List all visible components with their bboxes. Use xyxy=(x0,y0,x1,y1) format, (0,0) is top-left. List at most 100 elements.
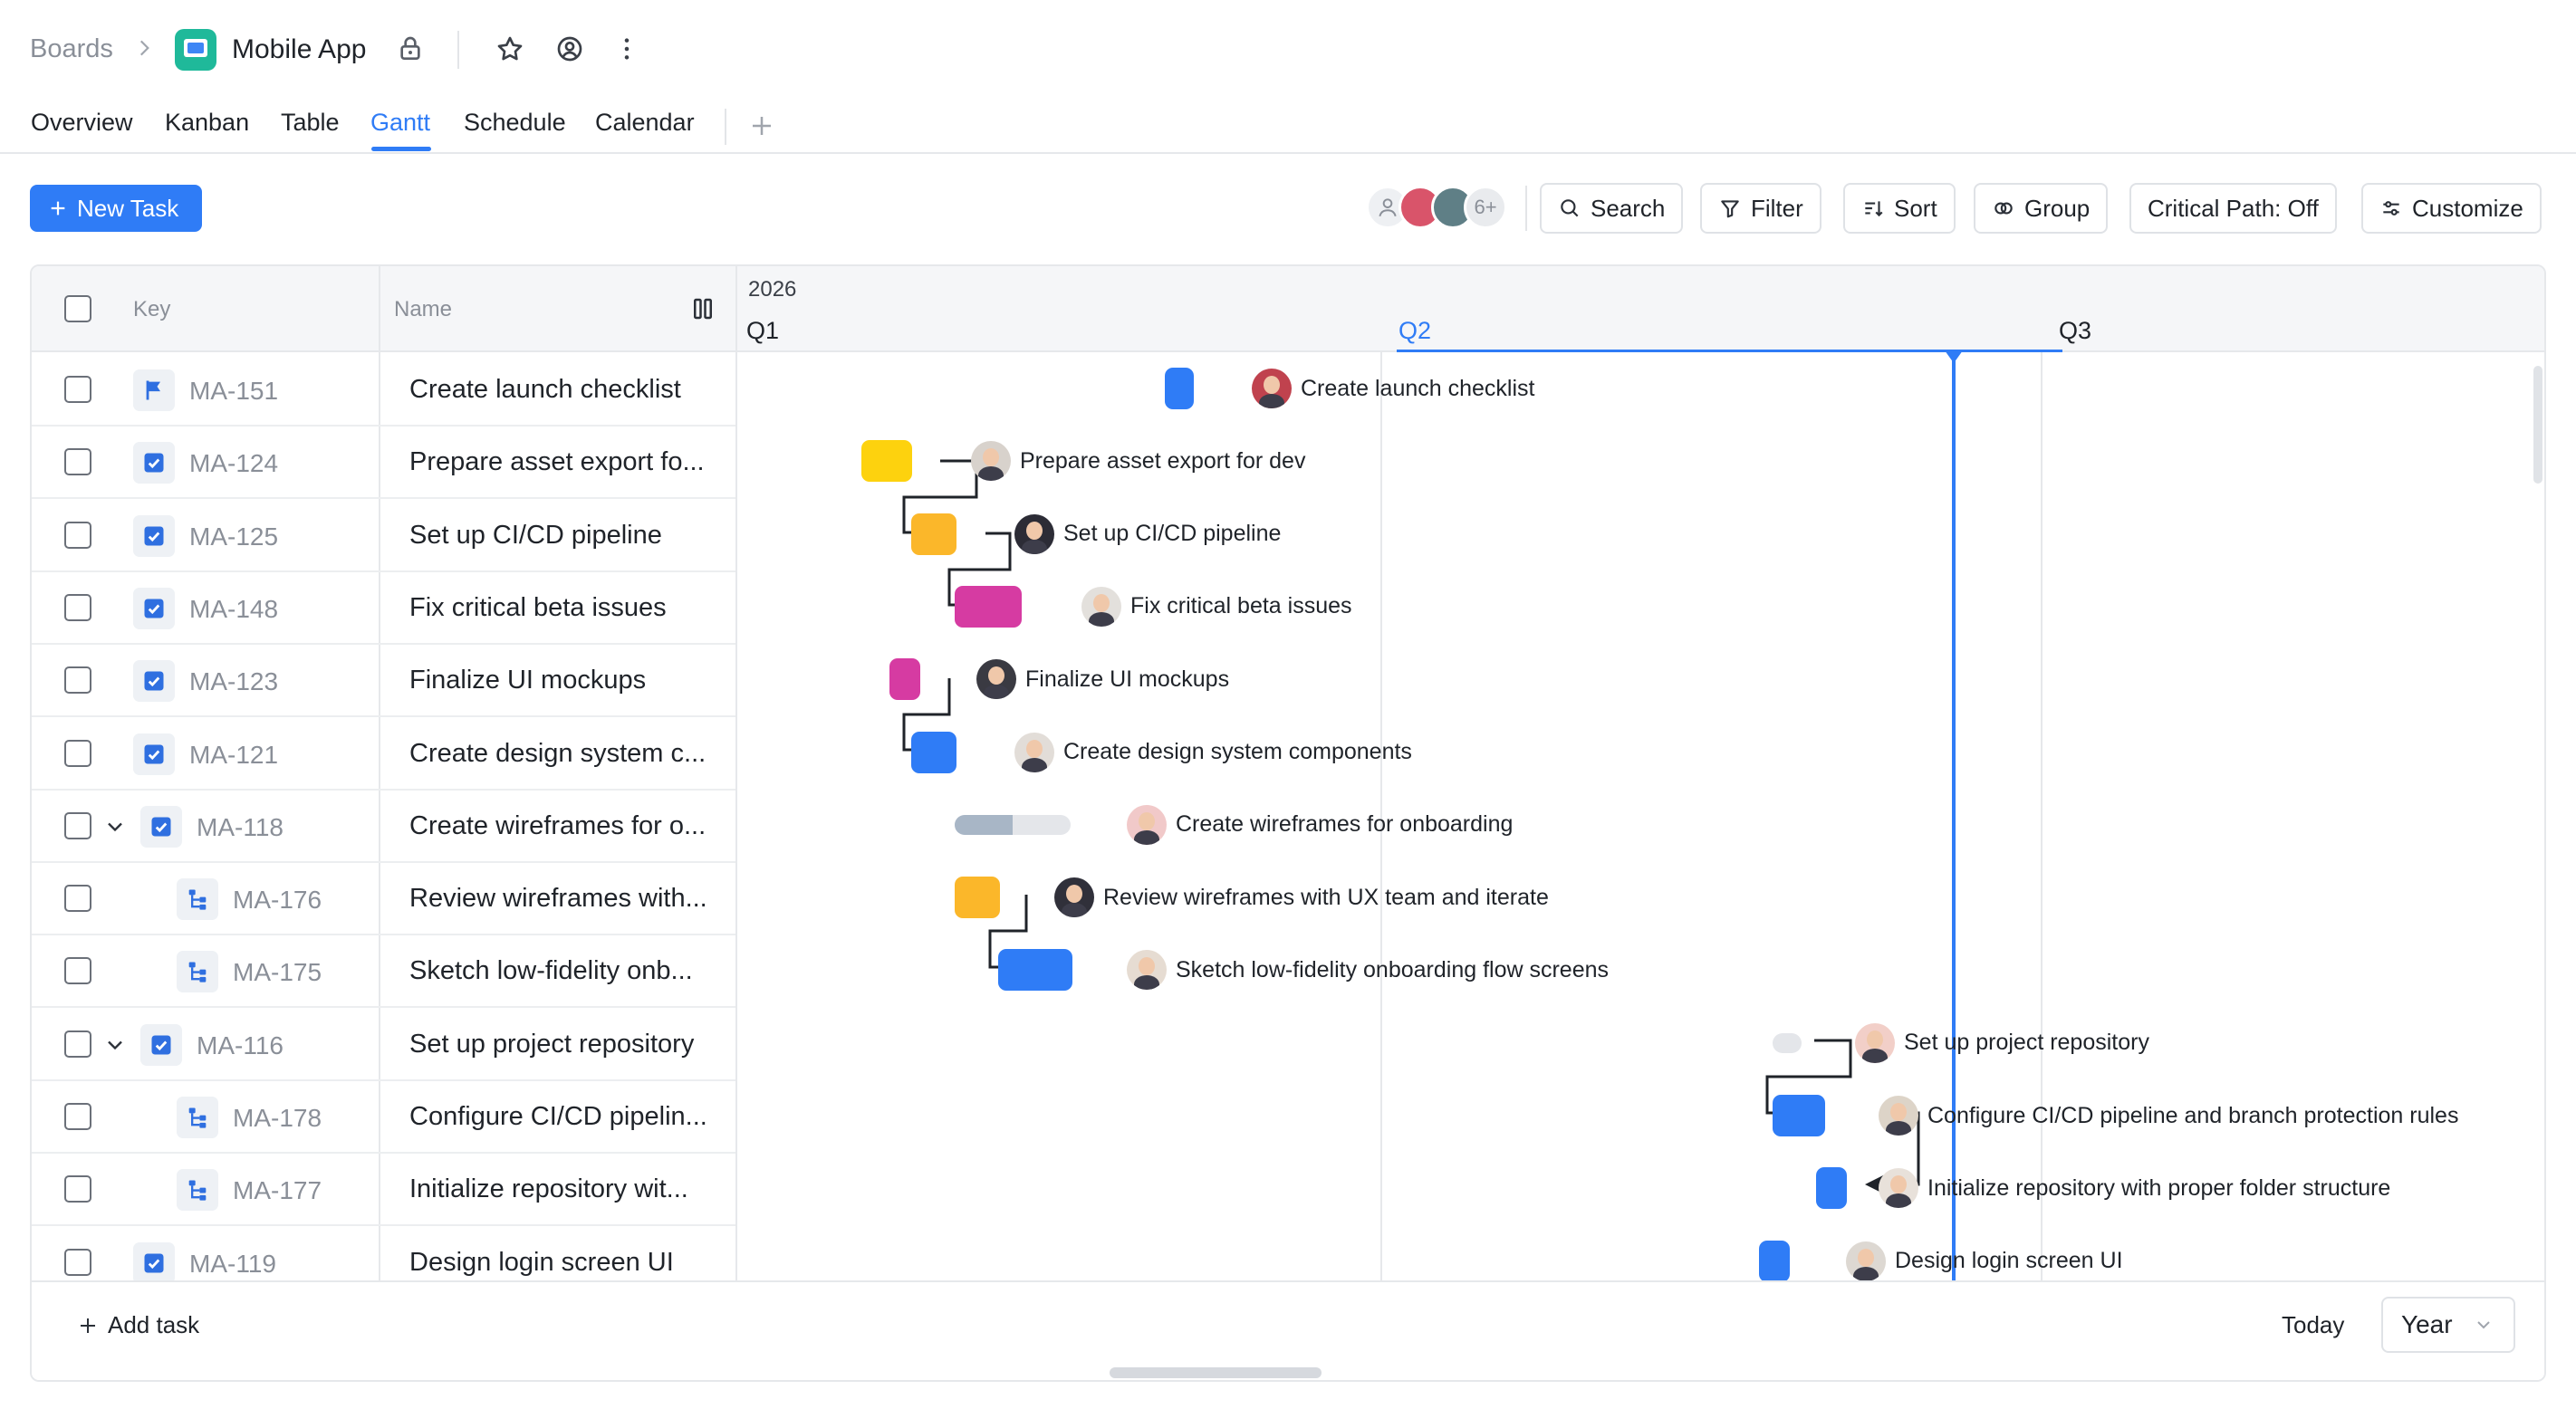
gantt-bar[interactable] xyxy=(955,877,1000,919)
task-name[interactable]: Prepare asset export fo... xyxy=(409,447,705,477)
task-name[interactable]: Design login screen UI xyxy=(409,1248,674,1278)
task-key[interactable]: MA-176 xyxy=(233,886,322,915)
row-checkbox[interactable] xyxy=(64,811,91,839)
search-button[interactable]: Search xyxy=(1540,183,1684,234)
gantt-bar-label[interactable]: Sketch low-fidelity onboarding flow scre… xyxy=(1127,950,1609,991)
more-vertical-icon[interactable] xyxy=(612,34,641,63)
task-key[interactable]: MA-177 xyxy=(233,1176,322,1205)
table-row[interactable]: MA-148 Fix critical beta issues xyxy=(32,572,735,645)
tab-kanban[interactable]: Kanban xyxy=(165,109,249,137)
member-avatars[interactable]: 6+ xyxy=(1366,186,1511,231)
sort-button[interactable]: Sort xyxy=(1843,183,1956,234)
table-row[interactable]: MA-123 Finalize UI mockups xyxy=(32,645,735,718)
today-button[interactable]: Today xyxy=(2282,1311,2344,1339)
row-checkbox[interactable] xyxy=(64,1248,91,1276)
task-key[interactable]: MA-123 xyxy=(189,667,278,696)
task-name[interactable]: Fix critical beta issues xyxy=(409,593,667,623)
filter-button[interactable]: Filter xyxy=(1700,183,1821,234)
vertical-scrollbar[interactable] xyxy=(2533,366,2542,484)
gantt-bar-label[interactable]: Initialize repository with proper folder… xyxy=(1879,1168,2390,1209)
table-row[interactable]: MA-178 Configure CI/CD pipelin... xyxy=(32,1081,735,1154)
task-key[interactable]: MA-178 xyxy=(233,1104,322,1133)
chevron-down-icon[interactable] xyxy=(102,1032,128,1058)
gantt-bar[interactable] xyxy=(911,731,956,773)
task-name[interactable]: Finalize UI mockups xyxy=(409,666,646,695)
lock-icon[interactable] xyxy=(396,34,425,63)
gantt-bar-label[interactable]: Configure CI/CD pipeline and branch prot… xyxy=(1879,1096,2458,1136)
task-name[interactable]: Create wireframes for o... xyxy=(409,811,706,841)
task-key[interactable]: MA-151 xyxy=(189,377,278,406)
task-name[interactable]: Set up project repository xyxy=(409,1030,694,1059)
row-checkbox[interactable] xyxy=(64,448,91,476)
select-all-checkbox[interactable] xyxy=(64,295,91,322)
chevron-down-icon[interactable] xyxy=(102,814,128,839)
task-key[interactable]: MA-175 xyxy=(233,958,322,987)
gantt-bar[interactable] xyxy=(1759,1240,1790,1282)
task-name[interactable]: Create design system c... xyxy=(409,739,706,769)
gantt-bar[interactable] xyxy=(1165,368,1194,409)
row-checkbox[interactable] xyxy=(64,885,91,913)
gantt-bar-label[interactable]: Create wireframes for onboarding xyxy=(1127,804,1513,845)
new-task-button[interactable]: New Task xyxy=(30,185,202,232)
task-name[interactable]: Configure CI/CD pipelin... xyxy=(409,1102,707,1132)
gantt-bar[interactable] xyxy=(1816,1167,1847,1210)
add-task-button[interactable]: Add task xyxy=(77,1311,199,1339)
row-checkbox[interactable] xyxy=(64,739,91,767)
breadcrumb-boards[interactable]: Boards xyxy=(30,34,113,64)
task-name[interactable]: Review wireframes with... xyxy=(409,884,707,914)
table-row[interactable]: MA-118 Create wireframes for o... xyxy=(32,791,735,863)
row-checkbox[interactable] xyxy=(64,1030,91,1058)
gantt-bar-label[interactable]: Set up CI/CD pipeline xyxy=(1014,513,1281,554)
gantt-bar-label[interactable]: Finalize UI mockups xyxy=(976,659,1229,700)
tab-gantt[interactable]: Gantt xyxy=(370,109,430,137)
row-checkbox[interactable] xyxy=(64,376,91,403)
watch-icon[interactable] xyxy=(555,34,584,63)
gantt-bar-label[interactable]: Review wireframes with UX team and itera… xyxy=(1054,877,1549,918)
column-name[interactable]: Name xyxy=(394,297,452,322)
task-key[interactable]: MA-148 xyxy=(189,595,278,624)
columns-toggle-icon[interactable] xyxy=(689,295,716,322)
row-checkbox[interactable] xyxy=(64,957,91,985)
row-checkbox[interactable] xyxy=(64,593,91,621)
task-name[interactable]: Initialize repository wit... xyxy=(409,1174,688,1204)
gantt-bar[interactable] xyxy=(955,814,1071,835)
table-row[interactable]: MA-175 Sketch low-fidelity onb... xyxy=(32,935,735,1009)
table-row[interactable]: MA-177 Initialize repository wit... xyxy=(32,1154,735,1227)
task-name[interactable]: Sketch low-fidelity onb... xyxy=(409,956,693,986)
critical-path-toggle[interactable]: Critical Path: Off xyxy=(2129,183,2337,234)
row-checkbox[interactable] xyxy=(64,1175,91,1203)
table-row[interactable]: MA-124 Prepare asset export fo... xyxy=(32,427,735,500)
gantt-bar[interactable] xyxy=(1773,1032,1802,1053)
add-view-icon[interactable] xyxy=(748,112,775,139)
table-row[interactable]: MA-121 Create design system c... xyxy=(32,718,735,791)
task-name[interactable]: Set up CI/CD pipeline xyxy=(409,521,662,551)
gantt-bar-label[interactable]: Fix critical beta issues xyxy=(1081,586,1352,627)
gantt-bar-label[interactable]: Set up project repository xyxy=(1855,1022,2149,1063)
row-checkbox[interactable] xyxy=(64,521,91,549)
tab-schedule[interactable]: Schedule xyxy=(464,109,566,137)
gantt-bar[interactable] xyxy=(861,440,912,483)
group-button[interactable]: Group xyxy=(1974,183,2109,234)
task-key[interactable]: MA-116 xyxy=(197,1031,284,1060)
table-row[interactable]: MA-151 Create launch checklist xyxy=(32,354,735,427)
gantt-bar-label[interactable]: Create launch checklist xyxy=(1252,369,1534,408)
task-key[interactable]: MA-121 xyxy=(189,741,278,770)
gantt-bar-label[interactable]: Prepare asset export for dev xyxy=(971,441,1305,482)
customize-button[interactable]: Customize xyxy=(2361,183,2542,234)
row-checkbox[interactable] xyxy=(64,1103,91,1130)
zoom-select[interactable]: Year xyxy=(2381,1297,2515,1353)
tab-calendar[interactable]: Calendar xyxy=(595,109,695,137)
gantt-bar-label[interactable]: Design login screen UI xyxy=(1846,1241,2123,1281)
task-key[interactable]: MA-124 xyxy=(189,449,278,478)
gantt-bar[interactable] xyxy=(998,949,1072,992)
task-key[interactable]: MA-125 xyxy=(189,522,278,551)
tab-overview[interactable]: Overview xyxy=(31,109,133,137)
tab-table[interactable]: Table xyxy=(281,109,340,137)
table-row[interactable]: MA-176 Review wireframes with... xyxy=(32,863,735,936)
gantt-bar[interactable] xyxy=(911,513,956,555)
task-key[interactable]: MA-118 xyxy=(197,813,284,842)
gantt-bar[interactable] xyxy=(955,585,1022,628)
table-row[interactable]: MA-116 Set up project repository xyxy=(32,1009,735,1081)
gantt-bar[interactable] xyxy=(1773,1095,1825,1136)
gantt-bar-label[interactable]: Create design system components xyxy=(1014,732,1412,772)
